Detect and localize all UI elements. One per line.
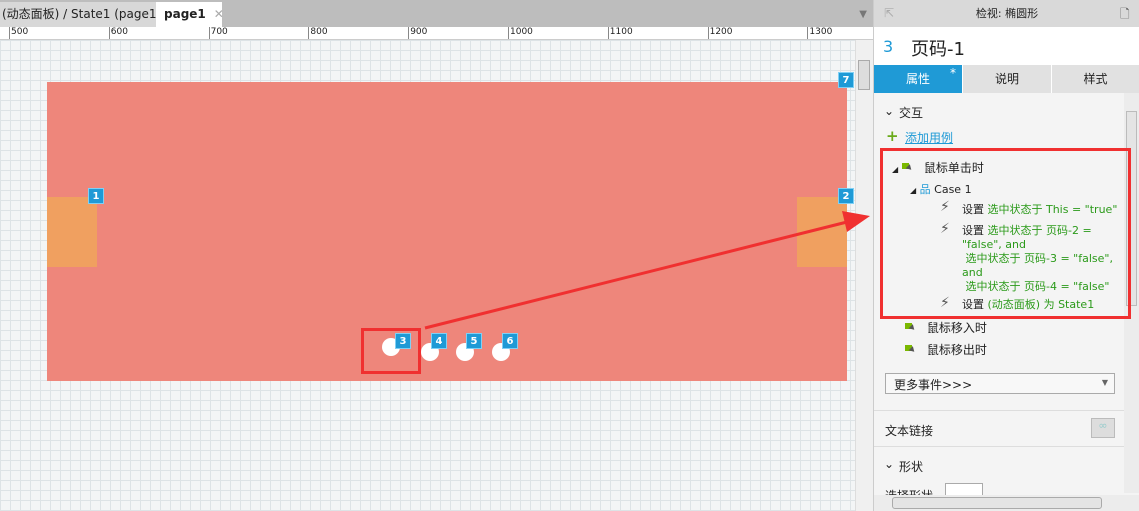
marker-2: 2 — [838, 188, 854, 204]
marker-3: 3 — [395, 333, 411, 349]
inspector-header: 检视: 椭圆形 — [874, 0, 1139, 27]
design-canvas[interactable]: 1 2 3 4 5 6 7 — [0, 40, 855, 511]
section-shape: 形状 — [899, 460, 924, 474]
collapse-icon[interactable]: ⇱ — [884, 6, 894, 20]
marker-7: 7 — [838, 72, 854, 88]
tab-page1[interactable]: page1 ✕ — [156, 2, 224, 27]
tab-properties[interactable]: 属性 * — [874, 65, 963, 93]
panel-hscrollbar[interactable] — [874, 495, 1139, 511]
add-case-link[interactable]: 添加用例 — [905, 129, 953, 146]
marker-6: 6 — [502, 333, 518, 349]
cursor-icon — [905, 344, 919, 357]
action-1[interactable]: 设置 选中状态于 This = "true" — [962, 203, 1122, 217]
left-rect[interactable] — [47, 197, 97, 267]
case-1[interactable]: ◢ 品 Case 1 — [910, 181, 972, 197]
chevron-down-icon: ▼ — [1101, 378, 1108, 387]
event-mouse-enter[interactable]: 鼠标移入时 — [905, 319, 987, 336]
tab-style[interactable]: 样式 — [1052, 65, 1139, 93]
action-icon: ⚡ — [940, 199, 950, 215]
action-icon: ⚡ — [940, 221, 950, 237]
chevron-down-icon[interactable]: ⌄ — [884, 457, 894, 471]
right-rect[interactable] — [797, 197, 847, 267]
marker-4: 4 — [431, 333, 447, 349]
action-2[interactable]: 设置 选中状态于 页码-2 = "false", and 选中状态于 页码-3 … — [962, 224, 1122, 294]
text-link-label: 文本链接 — [885, 424, 934, 438]
inspector-panel: 检视: 椭圆形 ⇱ 🗋 3 页码-1 属性 * 说明 样式 ⌄ 交互 + 添加用例… — [873, 0, 1139, 511]
event-click[interactable]: ◢ 鼠标单击时 — [892, 159, 984, 176]
ruler-tick: 800 — [308, 27, 328, 39]
selection-highlight — [361, 328, 421, 374]
marker-1: 1 — [88, 188, 104, 204]
cursor-icon — [901, 162, 916, 175]
tab-notes[interactable]: 说明 — [963, 65, 1052, 93]
canvas-scrollbar[interactable] — [855, 40, 873, 511]
case-icon: 品 — [919, 183, 931, 196]
cursor-icon — [905, 322, 919, 335]
horizontal-ruler: 500 600 700 800 900 1000 1100 1200 1300 — [0, 27, 873, 40]
ruler-tick: 500 — [9, 27, 28, 39]
event-mouse-leave[interactable]: 鼠标移出时 — [905, 341, 987, 358]
page-icon[interactable]: 🗋 — [1120, 5, 1130, 26]
ruler-tick: 700 — [208, 27, 228, 39]
link-icon[interactable]: ∞ — [1091, 418, 1115, 438]
action-icon: ⚡ — [940, 295, 950, 311]
ruler-tick: 900 — [408, 27, 427, 39]
marker-5: 5 — [466, 333, 482, 349]
more-events-dropdown[interactable]: 更多事件>>> ▼ — [885, 373, 1115, 394]
plus-icon[interactable]: + — [886, 127, 899, 145]
section-interaction: 交互 — [899, 106, 924, 120]
ruler-tick: 1000 — [508, 27, 533, 39]
ruler-tick: 1100 — [607, 27, 633, 39]
chevron-down-icon[interactable]: ▼ — [859, 9, 867, 20]
ruler-tick: 600 — [108, 27, 128, 39]
ruler-tick: 1300 — [807, 27, 832, 39]
dynamic-panel[interactable] — [47, 82, 847, 381]
widget-name[interactable]: 页码-1 — [911, 35, 965, 61]
chevron-down-icon[interactable]: ⌄ — [884, 104, 894, 118]
action-3[interactable]: 设置 (动态面板) 为 State1 — [962, 298, 1122, 312]
ruler-tick: 1200 — [707, 27, 733, 39]
close-icon[interactable]: ✕ — [214, 7, 224, 21]
tab-bar: (动态面板) / State1 (page1)✕ page1✕ ▼ — [0, 0, 873, 27]
widget-number: 3 — [883, 37, 894, 56]
